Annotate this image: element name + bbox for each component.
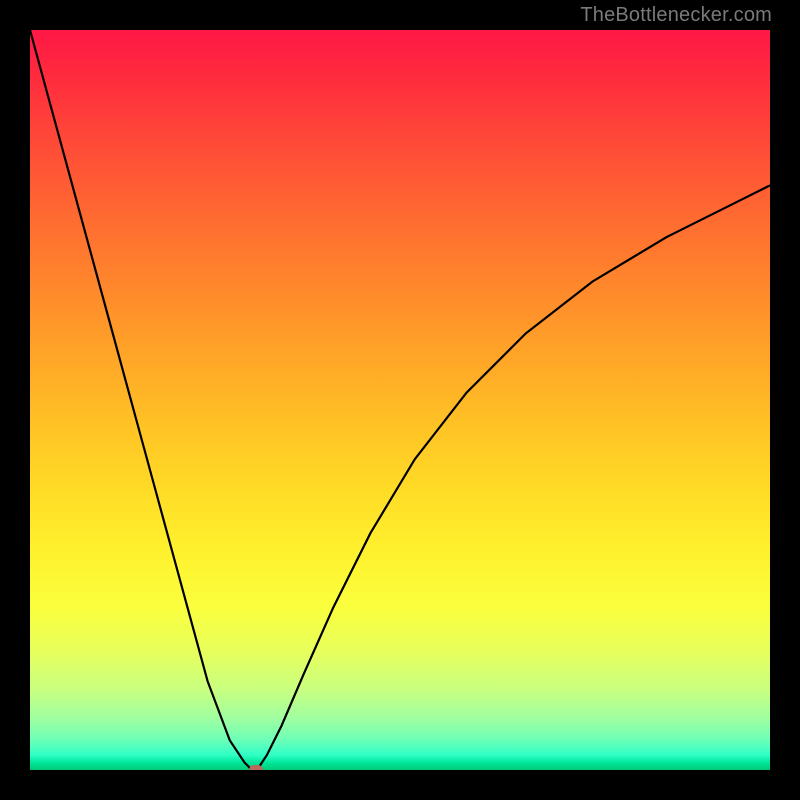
plot-area — [30, 30, 770, 770]
bottleneck-curve — [30, 30, 770, 770]
optimal-point-marker — [249, 765, 263, 770]
chart-frame: TheBottlenecker.com — [0, 0, 800, 800]
watermark-text: TheBottlenecker.com — [580, 4, 772, 27]
